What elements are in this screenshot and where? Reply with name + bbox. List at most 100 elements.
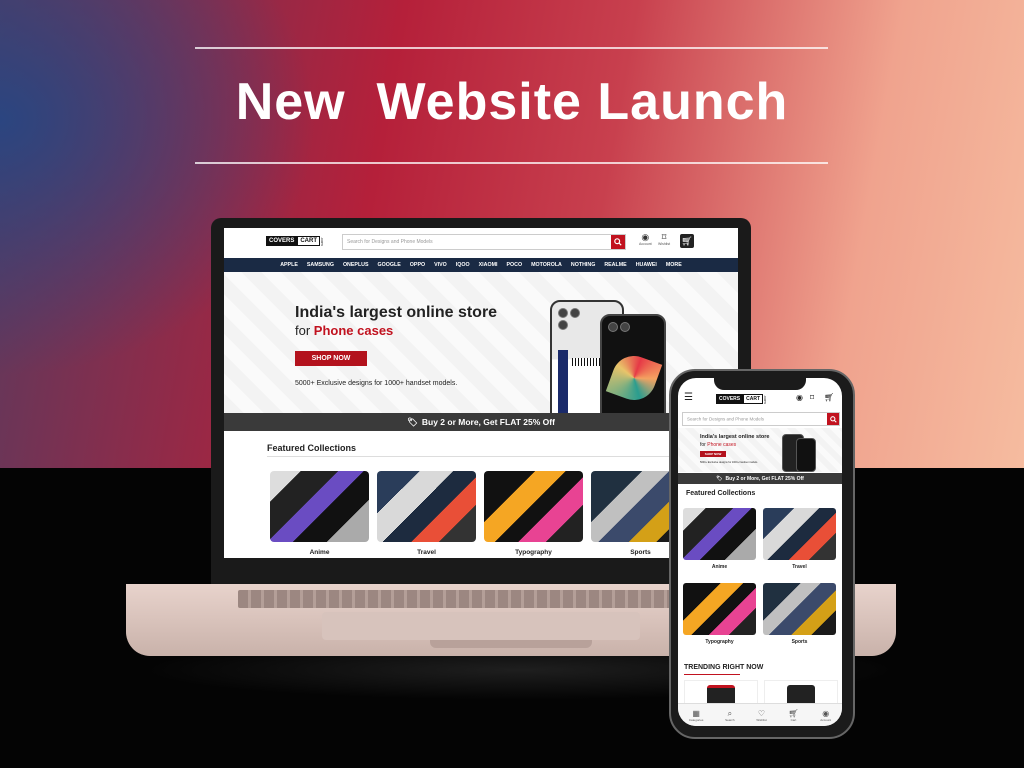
trending-title: TRENDING RIGHT NOW — [684, 664, 764, 671]
mobile-logo-part-covers: COVERS — [716, 394, 744, 404]
account-button[interactable]: ◉ Account — [639, 232, 652, 247]
nav-item[interactable]: APPLE — [280, 262, 298, 268]
account-label: Account — [639, 242, 652, 246]
logo-part-cart: CART — [297, 236, 321, 246]
wishlist-label: Wishlist — [658, 242, 671, 246]
mobile-nav-item[interactable]: ♡ Wishlist — [756, 709, 766, 722]
nav-item[interactable]: IQOO — [456, 262, 470, 268]
search-input[interactable]: Search for Designs and Phone Models — [342, 234, 626, 250]
logo-part-com: .com — [320, 236, 326, 246]
hero-banner: India's largest online store for Phone c… — [224, 272, 738, 428]
mobile-collection-label: Typography — [705, 639, 734, 645]
nav-item[interactable]: REALME — [604, 262, 626, 268]
headline: New Website Launch — [235, 73, 789, 131]
nav-item[interactable]: MORE — [666, 262, 682, 268]
brand-nav: APPLE SAMSUNG ONEPLUS GOOGLE OPPO VIVO IQOO XIA… — [224, 258, 738, 272]
menu-icon[interactable]: ☰ — [684, 392, 693, 403]
mobile-logo-part-cart: CART — [743, 394, 764, 404]
nav-item[interactable]: NOTHING — [571, 262, 595, 268]
trending-underline — [684, 674, 740, 675]
mobile-search-icon — [829, 415, 837, 423]
collection-card[interactable] — [270, 471, 369, 542]
phone-screen: ☰ COVERS CART .com ◉ ⌑ 🛒︎ Search for Des… — [678, 378, 842, 726]
nav-item[interactable]: OPPO — [410, 262, 425, 268]
hero-sub-highlight: Phone cases — [313, 323, 394, 338]
nav-item[interactable]: XIAOMI — [479, 262, 498, 268]
account-icon: ◉ — [641, 232, 650, 242]
site-header: COVERS CART .com Search for Designs and … — [224, 228, 738, 258]
collection-label: Anime — [309, 549, 330, 556]
mobile-collection-label: Anime — [711, 564, 728, 570]
logo-part-covers: COVERS — [266, 236, 298, 246]
mobile-search-placeholder: Search for Designs and Phone Models — [687, 416, 765, 422]
nav-item[interactable]: GOOGLE — [378, 262, 401, 268]
mobile-collection-card[interactable] — [683, 508, 756, 560]
mobile-logo-part-com: .com — [763, 394, 769, 404]
mobile-nav-item[interactable]: 🛒︎ Cart — [788, 709, 798, 722]
mobile-hero-banner: India's largest online store for Phone c… — [678, 428, 842, 472]
mobile-featured-title: Featured Collections — [686, 490, 756, 497]
cart-button[interactable]: 🛒︎ — [680, 234, 694, 248]
laptop-hinge — [430, 640, 592, 648]
mobile-nav-label: Categories — [688, 717, 704, 722]
cart-icon: 🛒︎ — [681, 235, 693, 246]
mobile-search-input[interactable]: Search for Designs and Phone Models — [682, 412, 840, 426]
nav-item[interactable]: MOTOROLA — [531, 262, 562, 268]
search-button[interactable] — [611, 235, 625, 249]
mobile-search-button[interactable] — [827, 413, 839, 425]
mobile-shop-now-button[interactable]: SHOP NOW — [700, 451, 726, 457]
search-icon: ⌕ — [727, 708, 733, 718]
mobile-hero-title: India's largest online store — [700, 434, 770, 440]
site-logo[interactable]: COVERS CART .com — [266, 236, 325, 246]
wishlist-button[interactable]: ⌑ Wishlist — [658, 233, 671, 247]
hero-case-leaf — [600, 314, 666, 428]
mobile-collection-label: Sports — [791, 639, 808, 645]
mobile-collection-card[interactable] — [763, 508, 836, 560]
mobile-nav-item[interactable]: ◉ Account — [820, 709, 831, 722]
nav-item[interactable]: SAMSUNG — [307, 262, 334, 268]
mobile-nav-label: Cart — [790, 717, 797, 722]
collection-card[interactable] — [484, 471, 583, 542]
headline-rule-top — [195, 47, 828, 49]
mobile-nav-label: Search — [725, 717, 735, 722]
mobile-collection-label: Travel — [792, 564, 807, 570]
mobile-nav-item[interactable]: ⌕ Search — [725, 709, 735, 722]
promo-text: Buy 2 or More, Get FLAT 25% Off — [421, 417, 555, 427]
mobile-bookmark-icon[interactable]: ⌑ — [810, 393, 814, 402]
mobile-site-logo[interactable]: COVERS CART .com — [716, 394, 768, 404]
laptop-screen: COVERS CART .com Search for Designs and … — [224, 228, 738, 558]
shop-now-button[interactable]: SHOP NOW — [295, 351, 367, 366]
laptop-trackpad — [322, 612, 640, 640]
mobile-bottom-nav: ▦ Categories ⌕ Search ♡ Wishlist 🛒︎ Cart ◉ Accoun… — [678, 703, 842, 726]
mobile-hero-sub-highlight: Phone cases — [707, 442, 737, 448]
hero-note: 5000+ Exclusive designs for 1000+ handse… — [295, 380, 458, 387]
nav-item[interactable]: VIVO — [434, 262, 447, 268]
account-icon: ◉ — [822, 708, 830, 718]
nav-item[interactable]: POCO — [506, 262, 522, 268]
mobile-hero-note: 5000+ Exclusive designs for 1000+ handse… — [700, 461, 758, 464]
promo-banner[interactable]: 🏷︎ Buy 2 or More, Get FLAT 25% Off — [224, 413, 738, 431]
collection-label: Travel — [417, 549, 436, 556]
featured-collections-title: Featured Collections — [267, 443, 357, 453]
mobile-collection-card[interactable] — [763, 583, 836, 635]
collection-label: Typography — [515, 549, 552, 556]
search-placeholder: Search for Designs and Phone Models — [347, 239, 433, 245]
featured-divider — [267, 456, 697, 457]
nav-item[interactable]: ONEPLUS — [343, 262, 369, 268]
mobile-account-icon[interactable]: ◉ — [796, 393, 803, 402]
mobile-promo-banner[interactable]: 🏷︎ Buy 2 or More, Get FLAT 25% Off — [678, 473, 842, 484]
collection-card[interactable] — [377, 471, 476, 542]
mobile-header: ☰ COVERS CART .com ◉ ⌑ 🛒︎ — [678, 390, 842, 408]
mobile-collection-card[interactable] — [683, 583, 756, 635]
phone-notch — [714, 376, 806, 390]
mobile-hero-subtitle: for Phone cases — [700, 442, 736, 448]
search-icon — [614, 238, 622, 246]
nav-item[interactable]: HUAWEI — [636, 262, 657, 268]
mobile-nav-item[interactable]: ▦ Categories — [689, 709, 704, 722]
cart-icon: 🛒︎ — [788, 708, 799, 718]
headline-rule-bottom — [195, 162, 828, 164]
hero-title: India's largest online store — [295, 304, 498, 321]
mobile-cart-icon[interactable]: 🛒︎ — [824, 393, 834, 402]
mobile-hero-case-2 — [796, 438, 816, 472]
mobile-nav-label: Wishlist — [756, 717, 767, 722]
